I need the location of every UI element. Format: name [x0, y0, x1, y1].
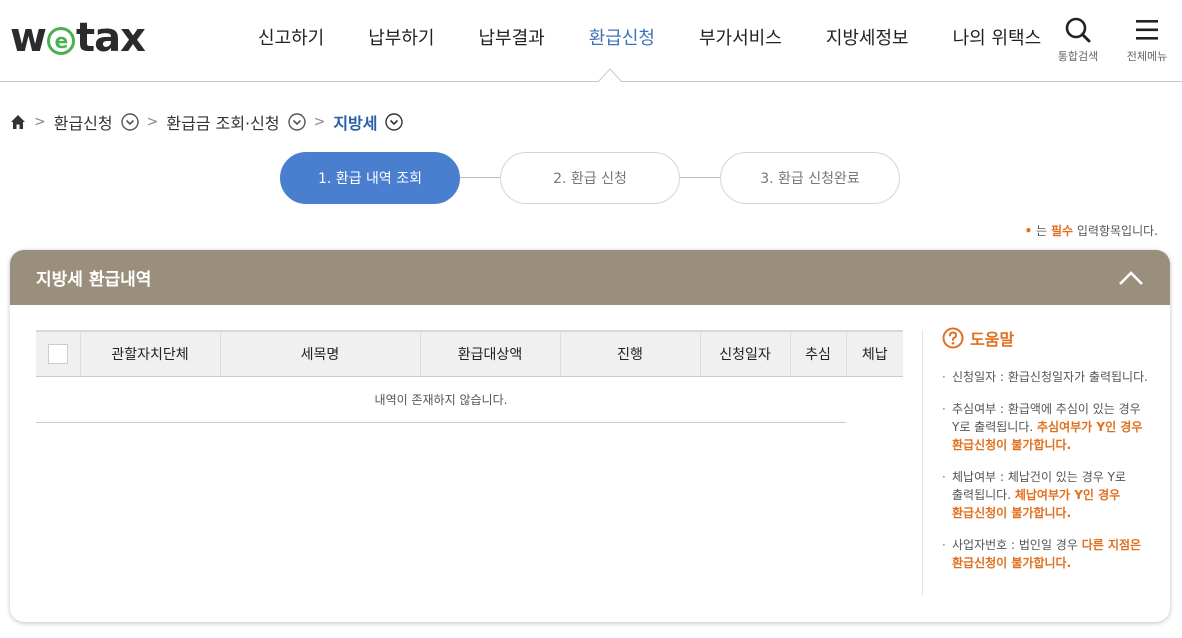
table-row: 내역이 존재하지 않습니다. [36, 376, 903, 423]
column-header: 체납 [845, 330, 903, 377]
nav-item-my-wetax[interactable]: 나의 위택스 [931, 0, 1064, 80]
home-link[interactable] [10, 114, 26, 130]
step-2: 2. 환급 신청 [500, 152, 680, 204]
nav-item-payment[interactable]: 납부하기 [346, 0, 456, 80]
breadcrumb-item-local-tax[interactable]: 지방세 [333, 110, 404, 134]
question-circle-icon [942, 327, 964, 349]
help-section: 도움말 신청일자 : 환급신청일자가 출력됩니다. 추심여부 : 환급액에 추심… [942, 326, 1148, 586]
full-menu-button[interactable]: 전체메뉴 [1117, 16, 1177, 64]
refund-list-panel: 지방세 환급내역 관할자치단체 세목명 환급대상액 진행 신청일자 추심 체납 [10, 250, 1170, 622]
column-header: 신청일자 [699, 330, 790, 377]
search-icon [1065, 17, 1091, 43]
full-menu-label: 전체메뉴 [1126, 50, 1168, 63]
breadcrumb-separator-icon: > [313, 114, 326, 130]
chevron-down-circle-icon[interactable] [385, 113, 404, 131]
refund-table: 관할자치단체 세목명 환급대상액 진행 신청일자 추심 체납 내역이 존재하지 … [36, 330, 903, 423]
column-header: 세목명 [219, 330, 420, 377]
nav-item-local-tax-info[interactable]: 지방세정보 [804, 0, 931, 80]
chevron-down-circle-icon[interactable] [287, 113, 306, 131]
refund-table-wrap: 관할자치단체 세목명 환급대상액 진행 신청일자 추심 체납 내역이 존재하지 … [36, 330, 903, 423]
hamburger-menu-icon [1136, 20, 1158, 40]
table-header-row: 관할자치단체 세목명 환급대상액 진행 신청일자 추심 체납 [36, 330, 903, 377]
select-all-checkbox[interactable] [47, 343, 68, 364]
select-all-header [36, 330, 80, 377]
search-label: 통합검색 [1057, 50, 1099, 63]
column-header: 관할자치단체 [79, 330, 220, 377]
help-item: 체납여부 : 체납건이 있는 경우 Y로 출력됩니다. 체납여부가 Y인 경우 … [942, 468, 1148, 522]
column-header: 추심 [789, 330, 846, 377]
wetax-logo[interactable]: wetax wetax [10, 15, 146, 61]
column-header: 진행 [559, 330, 700, 377]
help-divider [922, 330, 923, 596]
required-strong: 필수 [1050, 224, 1074, 238]
help-title-text: 도움말 [970, 330, 1015, 349]
breadcrumb-label-current: 지방세 [333, 114, 378, 133]
main-nav: 신고하기 납부하기 납부결과 환급신청 부가서비스 지방세정보 나의 위택스 [236, 0, 1063, 80]
panel-header: 지방세 환급내역 [10, 250, 1170, 305]
step-indicator: 1. 환급 내역 조회 2. 환급 신청 3. 환급 신청완료 [280, 152, 900, 204]
step-connector [460, 177, 500, 178]
breadcrumb-item-refund-inquiry[interactable]: 환급금 조회·신청 [166, 110, 306, 134]
breadcrumb-separator-icon: > [146, 114, 159, 130]
help-item: 신청일자 : 환급신청일자가 출력됩니다. [942, 368, 1148, 386]
step-3: 3. 환급 신청완료 [720, 152, 900, 204]
nav-item-payment-result[interactable]: 납부결과 [457, 0, 567, 80]
nav-item-extra-services[interactable]: 부가서비스 [677, 0, 804, 80]
panel-title: 지방세 환급내역 [36, 270, 152, 290]
help-item: 추심여부 : 환급액에 추심이 있는 경우 Y로 출력됩니다. 추심여부가 Y인… [942, 400, 1148, 454]
help-list: 신청일자 : 환급신청일자가 출력됩니다. 추심여부 : 환급액에 추심이 있는… [942, 368, 1148, 572]
column-header: 환급대상액 [419, 330, 560, 377]
empty-table-message: 내역이 존재하지 않습니다. [36, 376, 846, 423]
nav-item-report[interactable]: 신고하기 [236, 0, 346, 80]
top-header: wetax wetax 신고하기 납부하기 납부결과 환급신청 부가서비스 지방… [0, 0, 1182, 82]
step-1: 1. 환급 내역 조회 [280, 152, 460, 204]
breadcrumb-separator-icon: > [34, 114, 46, 130]
search-button[interactable]: 통합검색 [1048, 16, 1108, 64]
breadcrumb-label: 환급신청 [53, 114, 113, 133]
help-title: 도움말 [942, 326, 1148, 350]
breadcrumb-item-refund[interactable]: 환급신청 [54, 110, 139, 134]
collapse-chevron-up-icon[interactable] [1116, 264, 1146, 292]
breadcrumb: > 환급신청 > 환급금 조회·신청 > 지방세 [10, 108, 404, 136]
active-nav-caret-icon [598, 68, 622, 82]
help-item: 사업자번호 : 법인일 경우 다른 지점은 환급신청이 불가합니다. [942, 536, 1148, 572]
required-field-note: • 는 필수 입력항목입니다. [1024, 224, 1158, 238]
home-icon [11, 115, 25, 129]
chevron-down-circle-icon[interactable] [120, 113, 139, 131]
breadcrumb-label: 환급금 조회·신청 [166, 114, 280, 133]
step-connector [680, 177, 720, 178]
